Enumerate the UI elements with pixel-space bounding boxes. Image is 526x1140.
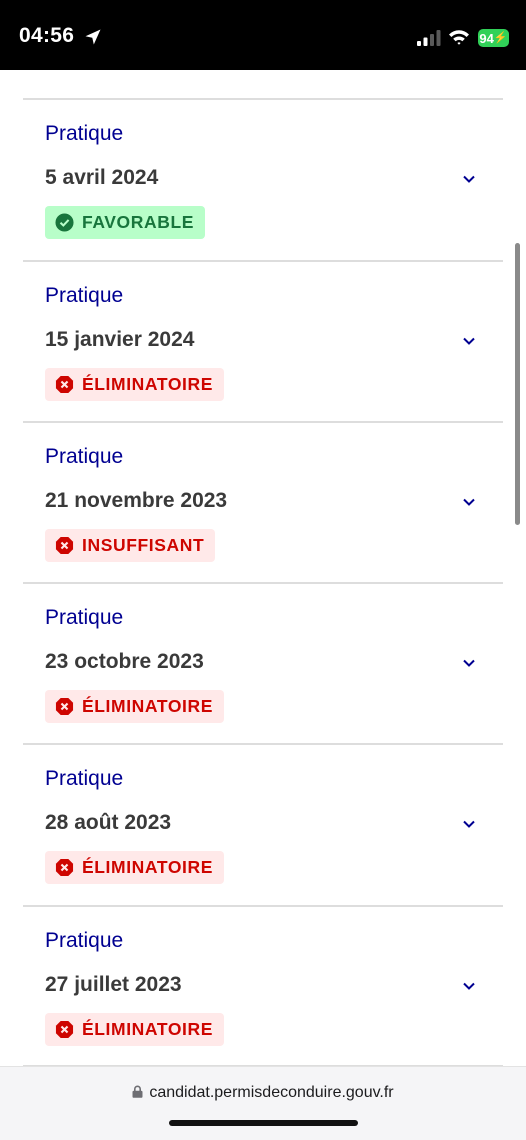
home-indicator[interactable]: [169, 1120, 358, 1126]
chevron-down-icon[interactable]: [462, 336, 476, 346]
status-badge: FAVORABLE: [45, 206, 206, 239]
result-date: 28 août 2023: [45, 811, 172, 834]
status-time: 04:56: [19, 24, 75, 47]
result-item[interactable]: Pratique 23 octobre 2023 ÉLIMINATOIRE: [0, 584, 526, 745]
status-badge: ÉLIMINATOIRE: [45, 690, 224, 723]
chevron-down-icon[interactable]: [462, 174, 476, 184]
chevron-down-icon[interactable]: [462, 981, 476, 991]
status-label: ÉLIMINATOIRE: [82, 696, 213, 716]
result-date: 21 novembre 2023: [45, 489, 228, 512]
result-date: 27 juillet 2023: [45, 973, 182, 996]
status-badge: INSUFFISANT: [45, 529, 216, 562]
cellular-signal-icon: [417, 30, 441, 46]
status-badge: ÉLIMINATOIRE: [45, 368, 224, 401]
result-type: Pratique: [45, 284, 124, 307]
status-label: INSUFFISANT: [82, 535, 205, 555]
location-arrow-icon: [85, 29, 101, 45]
close-circle-icon: [55, 1020, 74, 1039]
status-label: FAVORABLE: [82, 212, 195, 232]
chevron-down-icon[interactable]: [462, 658, 476, 668]
url-text: candidat.permisdeconduire.gouv.fr: [149, 1084, 394, 1101]
lock-icon: [132, 1085, 143, 1098]
status-label: ÉLIMINATOIRE: [82, 374, 213, 394]
close-circle-icon: [55, 536, 74, 555]
result-date: 15 janvier 2024: [45, 328, 195, 351]
result-item[interactable]: Pratique 5 avril 2024 FAVORABLE: [0, 100, 526, 261]
result-type: Pratique: [45, 767, 124, 790]
browser-url-bar[interactable]: candidat.permisdeconduire.gouv.fr: [0, 1066, 526, 1140]
charging-bolt-icon: ⚡: [493, 31, 508, 44]
scrollbar[interactable]: [515, 243, 520, 525]
result-date: 5 avril 2024: [45, 166, 159, 189]
chevron-down-icon[interactable]: [462, 497, 476, 507]
url-display[interactable]: candidat.permisdeconduire.gouv.fr: [0, 1084, 526, 1102]
close-circle-icon: [55, 858, 74, 877]
result-type: Pratique: [45, 929, 124, 952]
status-badge: ÉLIMINATOIRE: [45, 851, 224, 884]
result-type: Pratique: [45, 445, 124, 468]
close-circle-icon: [55, 697, 74, 716]
chevron-down-icon[interactable]: [462, 819, 476, 829]
battery-level: 94: [479, 30, 494, 46]
status-badge: ÉLIMINATOIRE: [45, 1013, 224, 1046]
result-type: Pratique: [45, 122, 124, 145]
result-item[interactable]: Pratique 27 juillet 2023 ÉLIMINATOIRE: [0, 907, 526, 1066]
wifi-icon: [449, 30, 469, 45]
check-circle-icon: [55, 213, 74, 232]
battery-indicator: 94 ⚡: [478, 29, 509, 47]
result-date: 23 octobre 2023: [45, 650, 204, 673]
close-circle-icon: [55, 375, 74, 394]
status-bar: 04:56 94 ⚡: [0, 0, 526, 70]
result-item[interactable]: Pratique 21 novembre 2023 INSUFFISANT: [0, 423, 526, 584]
result-item[interactable]: Pratique 28 août 2023 ÉLIMINATOIRE: [0, 745, 526, 906]
result-item[interactable]: Pratique 15 janvier 2024 ÉLIMINATOIRE: [0, 262, 526, 423]
result-type: Pratique: [45, 606, 124, 629]
status-label: ÉLIMINATOIRE: [82, 857, 213, 877]
results-list: Pratique 5 avril 2024 FAVORABLE Pratique…: [0, 70, 526, 1066]
status-label: ÉLIMINATOIRE: [82, 1019, 213, 1039]
